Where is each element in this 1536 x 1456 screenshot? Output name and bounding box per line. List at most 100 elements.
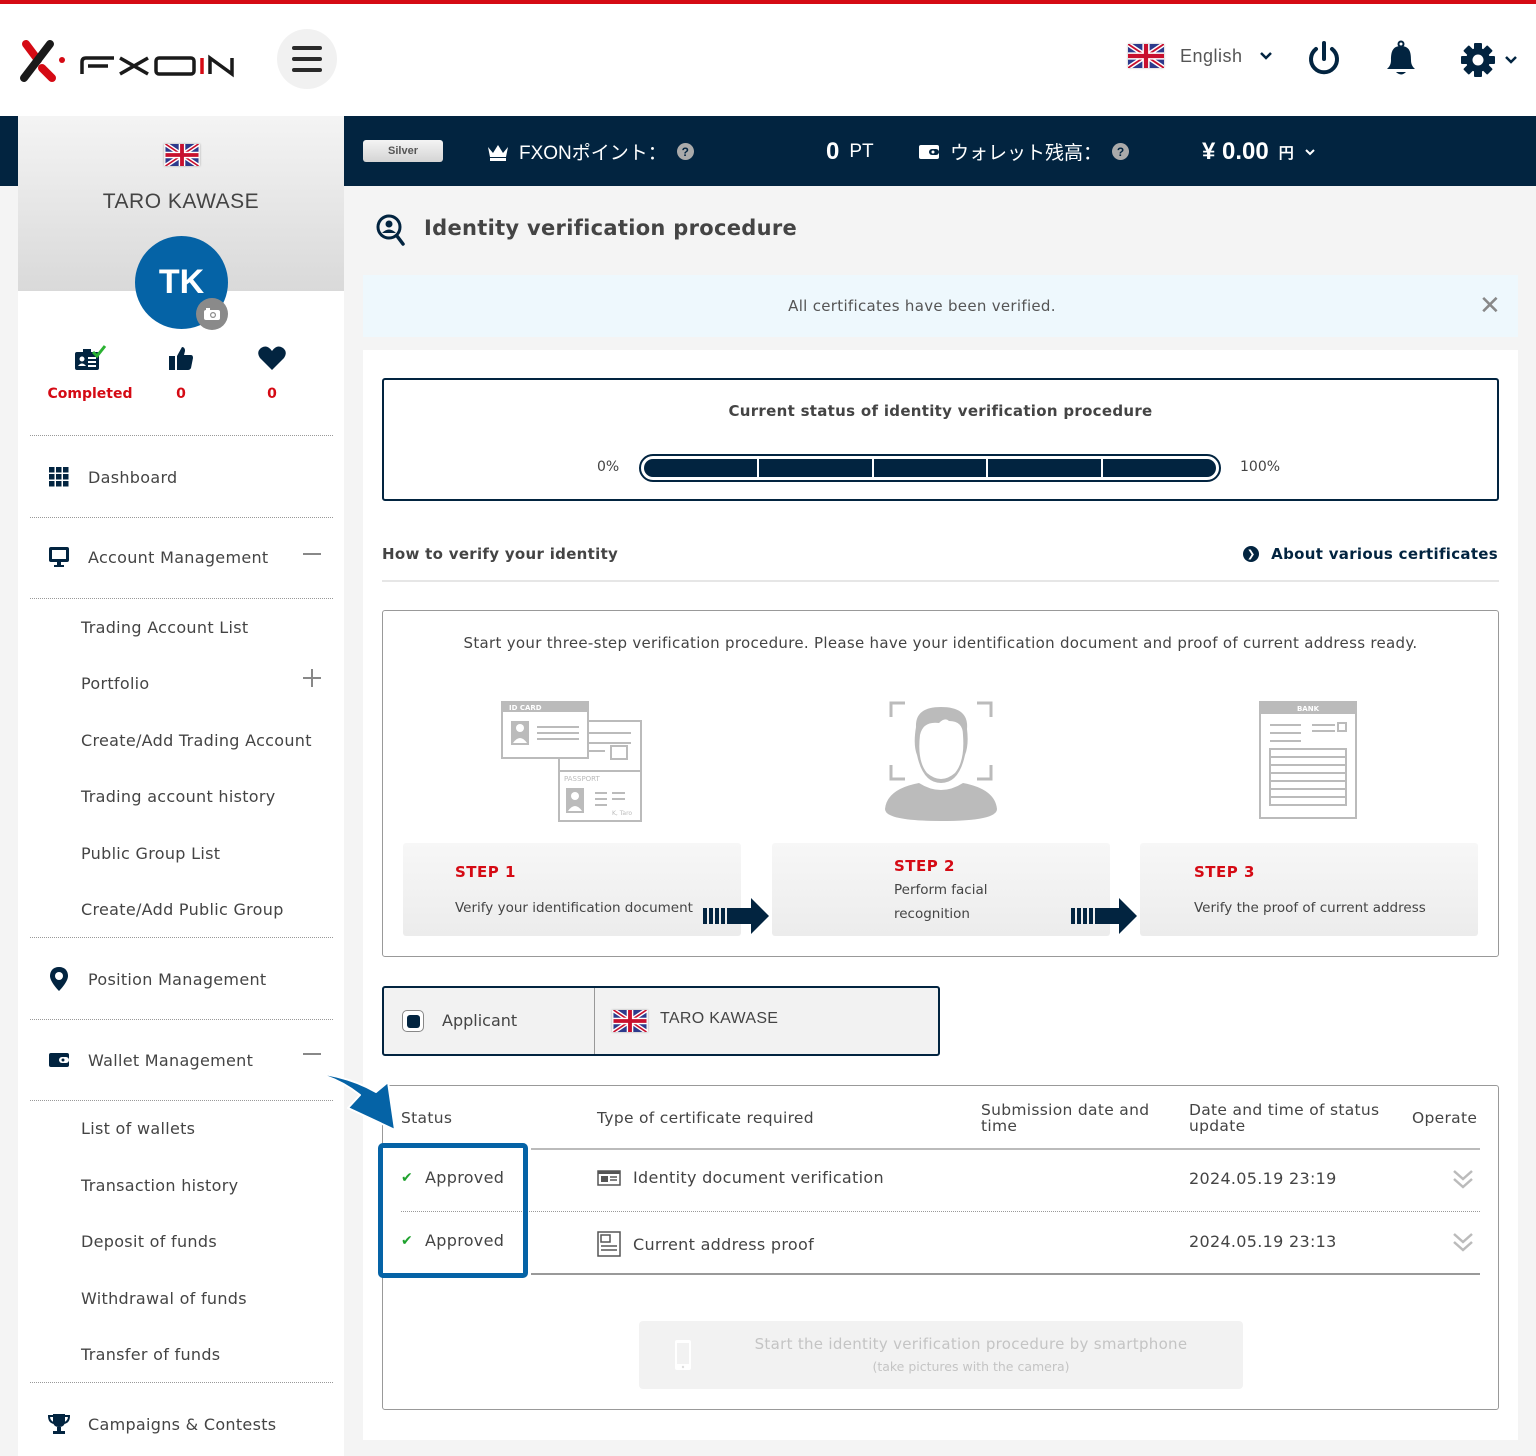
- verification-stat[interactable]: Completed: [40, 344, 140, 402]
- fxon-logo[interactable]: [18, 38, 238, 84]
- chevron-down-icon: [1505, 56, 1517, 64]
- wallet-balance: ¥ 0.00: [1202, 138, 1269, 165]
- sidebar-item-list-of-wallets[interactable]: List of wallets: [18, 1115, 344, 1141]
- type-text: Current address proof: [633, 1234, 815, 1254]
- sidebar-item-trading-account-list[interactable]: Trading Account List: [18, 614, 344, 640]
- sidebar-item-create-trading-account[interactable]: Create/Add Trading Account: [18, 727, 344, 753]
- heart-icon: [258, 346, 286, 370]
- id-card-passport-illustration: ID CARD PASSPORT K, Taro: [501, 701, 642, 822]
- sidebar-item-label: Campaigns & Contests: [88, 1414, 277, 1434]
- sidebar-item-dashboard[interactable]: Dashboard: [18, 462, 344, 492]
- sidebar-item-label: Trading Account List: [81, 617, 249, 637]
- profile-name: TARO KAWASE: [102, 190, 260, 213]
- progress-track: [644, 459, 1216, 477]
- column-header-status: Status: [401, 1109, 453, 1127]
- points-label-group: FXONポイント： ?: [487, 138, 694, 165]
- passport-label: PASSPORT: [564, 775, 601, 783]
- sidebar-item-label: Transfer of funds: [81, 1344, 221, 1364]
- about-certificates-link[interactable]: ❯ About various certificates: [1243, 545, 1498, 563]
- divider: [30, 937, 333, 938]
- collapse-icon[interactable]: [302, 1044, 322, 1064]
- sidebar-item-portfolio[interactable]: Portfolio: [18, 668, 344, 696]
- bank-statement-illustration: BANK: [1259, 701, 1357, 819]
- wallet-label: ウォレット残高：: [950, 143, 1103, 164]
- steps-intro: Start your three-step verification proce…: [463, 634, 1418, 652]
- settings-menu[interactable]: [1460, 42, 1518, 78]
- sidebar-item-label: Deposit of funds: [81, 1231, 217, 1251]
- sidebar-item-deposit[interactable]: Deposit of funds: [18, 1228, 344, 1254]
- chevron-down-icon: [1259, 52, 1272, 60]
- progress-segment: [1103, 459, 1216, 477]
- points-value-group: 0 PT: [826, 138, 874, 166]
- applicant-row: Applicant TARO KAWASE: [382, 986, 940, 1056]
- camera-button[interactable]: [196, 298, 228, 330]
- sidebar-item-transaction-history[interactable]: Transaction history: [18, 1172, 344, 1198]
- grid-icon: [48, 466, 70, 488]
- main-panel: Current status of identity verification …: [363, 350, 1518, 1440]
- sidebar-item-label: Create/Add Public Group: [81, 899, 284, 919]
- divider: [382, 580, 1499, 582]
- sidebar-item-label: Transaction history: [81, 1175, 239, 1195]
- double-chevron-down-icon[interactable]: [1452, 1231, 1474, 1253]
- applicant-checkbox[interactable]: [402, 1010, 424, 1032]
- step-title: STEP 1: [455, 863, 516, 881]
- progress-segment: [988, 459, 1104, 477]
- wallet-balance-selector[interactable]: ¥ 0.00 円: [1202, 138, 1316, 166]
- double-chevron-down-icon[interactable]: [1452, 1168, 1474, 1190]
- monitor-icon: [48, 546, 70, 568]
- help-icon[interactable]: ?: [1112, 143, 1130, 160]
- gear-icon: [1461, 43, 1495, 77]
- thumbs-up-icon: [169, 347, 193, 370]
- power-icon[interactable]: [1306, 40, 1342, 78]
- tier-badge: Silver: [363, 140, 443, 162]
- language-selector[interactable]: English: [1128, 44, 1273, 68]
- progress-segment: [758, 459, 874, 477]
- bell-icon[interactable]: [1384, 40, 1418, 78]
- sidebar: TARO KAWASE TK Completed 0 0 Dashboard A…: [18, 116, 344, 1456]
- step-description: Perform facial recognition: [894, 882, 988, 922]
- verification-status: Completed: [47, 386, 133, 402]
- sidebar-item-create-public-group[interactable]: Create/Add Public Group: [18, 896, 344, 922]
- sidebar-item-position-management[interactable]: Position Management: [18, 964, 344, 994]
- topbar-left-strip: [0, 116, 18, 186]
- success-alert: All certificates have been verified. ✕: [363, 275, 1518, 337]
- divider: [30, 598, 333, 599]
- favorites-stat[interactable]: 0: [222, 344, 322, 402]
- close-icon[interactable]: ✕: [1479, 293, 1501, 319]
- step-description: Verify your identification document: [455, 900, 693, 916]
- checkbox-mark: [406, 1014, 420, 1028]
- id-card-check-icon: [75, 345, 107, 370]
- progress-max-label: 100%: [1240, 459, 1281, 475]
- about-certificates-label: About various certificates: [1271, 545, 1498, 563]
- step-description: Verify the proof of current address: [1194, 900, 1426, 916]
- id-card-icon: [597, 1169, 621, 1186]
- sidebar-item-label: Wallet Management: [88, 1050, 254, 1070]
- smartphone-verification-button[interactable]: Start the identity verification procedur…: [639, 1321, 1243, 1389]
- sidebar-item-account-management[interactable]: Account Management: [18, 542, 344, 572]
- expand-icon[interactable]: [302, 668, 322, 688]
- step-title: STEP 2: [894, 857, 955, 875]
- address-document-icon: [597, 1231, 621, 1257]
- help-icon[interactable]: ?: [676, 143, 694, 160]
- collapse-icon[interactable]: [302, 544, 322, 564]
- progress-min-label: 0%: [597, 459, 620, 475]
- sidebar-item-wallet-management[interactable]: Wallet Management: [18, 1045, 344, 1075]
- wallet-unit: 円: [1278, 144, 1294, 162]
- likes-count: 0: [176, 386, 186, 402]
- sidebar-item-withdrawal[interactable]: Withdrawal of funds: [18, 1285, 344, 1311]
- check-icon: ✔: [401, 1232, 414, 1249]
- page-title: Identity verification procedure: [424, 216, 798, 240]
- likes-stat[interactable]: 0: [131, 344, 231, 402]
- sidebar-item-transfer[interactable]: Transfer of funds: [18, 1341, 344, 1367]
- menu-button[interactable]: [277, 29, 337, 89]
- points-value: 0: [826, 138, 840, 165]
- favorites-count: 0: [267, 386, 277, 402]
- column-header-type: Type of certificate required: [597, 1109, 814, 1127]
- verification-status-box: Current status of identity verification …: [382, 378, 1499, 501]
- divider: [594, 988, 595, 1054]
- sidebar-item-trading-account-history[interactable]: Trading account history: [18, 783, 344, 809]
- sidebar-item-public-group-list[interactable]: Public Group List: [18, 840, 344, 866]
- map-pin-icon: [48, 967, 70, 991]
- sidebar-item-campaigns[interactable]: Campaigns & Contests: [18, 1409, 344, 1439]
- chevron-right-circle-icon: ❯: [1243, 546, 1260, 562]
